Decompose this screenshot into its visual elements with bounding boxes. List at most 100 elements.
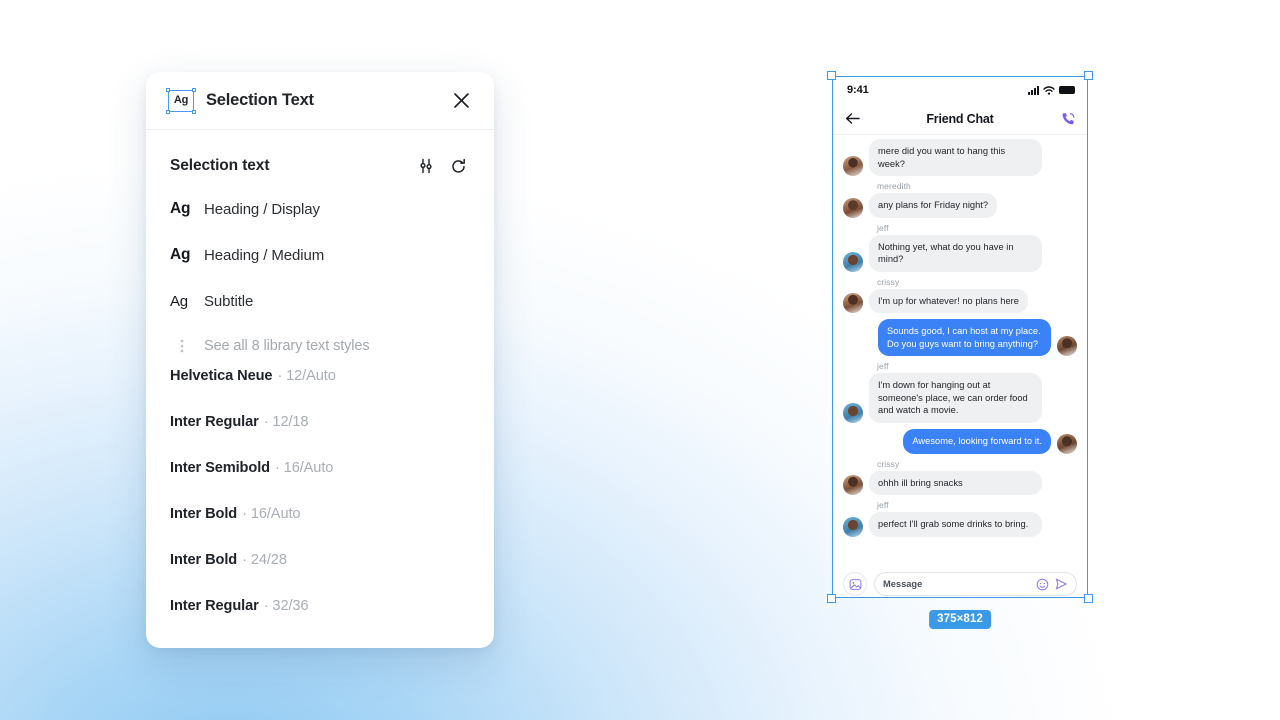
- font-item[interactable]: Inter Regular · 32/36: [146, 598, 494, 644]
- section-title: Selection text: [170, 157, 270, 174]
- wifi-icon: [1043, 85, 1055, 95]
- handle-bl: [166, 109, 170, 114]
- panel-title: Selection Text: [206, 91, 314, 109]
- text-style-item[interactable]: Ag Subtitle: [146, 278, 494, 324]
- font-name: Inter Regular: [170, 598, 259, 614]
- phone-call-icon: [1062, 112, 1075, 124]
- panel-header: Ag Selection Text: [146, 72, 494, 130]
- chat-message-row: I'm up for whatever! no plans here: [843, 288, 1077, 314]
- handle-br: [192, 109, 196, 114]
- panel-body: Selection text Ag Heading / Display Ag H…: [146, 130, 494, 648]
- close-icon: [453, 93, 469, 108]
- selection-ag-icon: Ag: [166, 87, 196, 114]
- chat-message-row: perfect I'll grab some drinks to bring.: [843, 512, 1077, 537]
- selected-frame[interactable]: 9:41 Friend Chat mere did you want to ha…: [827, 71, 1093, 629]
- style-sample: Ag: [170, 292, 188, 310]
- message-sender: meredith: [877, 181, 911, 192]
- font-name: Inter Bold: [170, 552, 238, 568]
- chat-message-row: Awesome, looking forward to it.: [843, 429, 1077, 454]
- chat-message-row: any plans for Friday night?: [843, 193, 1077, 218]
- chat-message-list[interactable]: mere did you want to hang this week? mer…: [833, 135, 1087, 566]
- font-item[interactable]: Helvetica Neue · 12/Auto: [146, 368, 494, 414]
- style-label: Heading / Display: [204, 200, 320, 218]
- message-sender: jeff: [877, 222, 889, 233]
- font-name: Inter Regular: [170, 414, 259, 430]
- chat-bubble: mere did you want to hang this week?: [869, 139, 1042, 177]
- message-sender: jeff: [877, 361, 889, 372]
- avatar: [843, 516, 863, 537]
- see-all-library-styles[interactable]: See all 8 library text styles: [146, 324, 494, 368]
- font-name: Inter Bold: [170, 506, 238, 522]
- avatar: [843, 156, 863, 177]
- style-label: Subtitle: [204, 292, 254, 310]
- handle-tl: [166, 87, 170, 92]
- chat-message-row: Nothing yet, what do you have in mind?: [843, 234, 1077, 272]
- avatar: [1057, 433, 1077, 454]
- handle-tr: [192, 87, 196, 92]
- font-item[interactable]: Inter Semibold · 16/Auto: [146, 460, 494, 506]
- chat-message-row: Sounds good, I can host at my place. Do …: [843, 319, 1077, 357]
- font-meta: · 12/Auto: [277, 368, 336, 384]
- text-styles-list: Ag Heading / Display Ag Heading / Medium…: [146, 186, 494, 324]
- send-icon[interactable]: [1054, 577, 1068, 591]
- status-time: 9:41: [847, 84, 869, 96]
- chat-title: Friend Chat: [926, 111, 994, 126]
- cellular-signal-icon: [1028, 85, 1039, 95]
- canvas-stage: Ag Selection Text Selection text Ag Head…: [0, 0, 1280, 720]
- battery-icon: [1059, 86, 1075, 94]
- font-meta: · 16/Auto: [274, 460, 334, 476]
- message-sender: jeff: [877, 500, 889, 511]
- chat-message-row: mere did you want to hang this week?: [843, 139, 1077, 177]
- close-button[interactable]: [446, 86, 476, 116]
- chat-bubble: perfect I'll grab some drinks to bring.: [869, 512, 1042, 537]
- resize-handle-bottom-right[interactable]: [1084, 594, 1093, 603]
- chat-message-row: I'm down for hanging out at someone's pl…: [843, 373, 1077, 424]
- phone-status-bar: 9:41: [833, 77, 1087, 103]
- font-name: Inter Semibold: [170, 460, 270, 476]
- fonts-list: Helvetica Neue · 12/Auto Inter Regular ·…: [146, 368, 494, 644]
- attach-image-button[interactable]: [843, 572, 867, 596]
- message-placeholder: Message: [883, 579, 923, 589]
- font-item[interactable]: Inter Regular · 12/18: [146, 414, 494, 460]
- ag-badge-text: Ag: [173, 94, 189, 106]
- emoji-smiley-icon[interactable]: [1036, 578, 1049, 591]
- text-settings-button[interactable]: [412, 152, 440, 180]
- style-label: Heading / Medium: [204, 246, 325, 264]
- chat-bubble: Sounds good, I can host at my place. Do …: [878, 319, 1051, 357]
- status-indicators: [869, 85, 1075, 95]
- avatar: [843, 197, 863, 218]
- style-sample: Ag: [170, 246, 191, 263]
- chat-bubble: I'm up for whatever! no plans here: [869, 288, 1028, 314]
- back-button[interactable]: [845, 112, 867, 125]
- text-style-item[interactable]: Ag Heading / Medium: [146, 232, 494, 278]
- sliders-icon: [420, 158, 432, 174]
- message-composer: Message: [833, 566, 1087, 597]
- selection-text-section-header: Selection text: [146, 130, 494, 186]
- resize-handle-top-left[interactable]: [827, 71, 836, 80]
- call-button[interactable]: [1061, 112, 1075, 126]
- message-sender: crissy: [877, 276, 900, 287]
- avatar: [843, 475, 863, 496]
- reset-styles-button[interactable]: [444, 152, 472, 180]
- resize-handle-top-right[interactable]: [1084, 71, 1093, 80]
- font-meta: · 32/36: [263, 598, 309, 614]
- image-attachment-icon: [849, 578, 861, 590]
- chat-bubble: ohhh ill bring snacks: [869, 470, 1042, 496]
- avatar: [843, 293, 863, 314]
- text-style-item[interactable]: Ag Heading / Display: [146, 186, 494, 232]
- see-all-label: See all 8 library text styles: [204, 338, 370, 354]
- chat-bubble: I'm down for hanging out at someone's pl…: [869, 373, 1042, 424]
- avatar: [843, 251, 863, 272]
- chat-bubble: Nothing yet, what do you have in mind?: [869, 234, 1042, 272]
- chat-bubble: any plans for Friday night?: [869, 193, 998, 218]
- dimension-badge: 375×812: [929, 610, 991, 629]
- message-sender: crissy: [877, 458, 900, 469]
- chat-message-row: ohhh ill bring snacks: [843, 470, 1077, 496]
- chat-nav-bar: Friend Chat: [833, 103, 1087, 135]
- refresh-icon: [451, 158, 465, 173]
- message-input[interactable]: Message: [874, 572, 1077, 596]
- font-meta: · 24/28: [242, 552, 287, 568]
- font-item[interactable]: Inter Bold · 16/Auto: [146, 506, 494, 552]
- font-item[interactable]: Inter Bold · 24/28: [146, 552, 494, 598]
- resize-handle-bottom-left[interactable]: [827, 594, 836, 603]
